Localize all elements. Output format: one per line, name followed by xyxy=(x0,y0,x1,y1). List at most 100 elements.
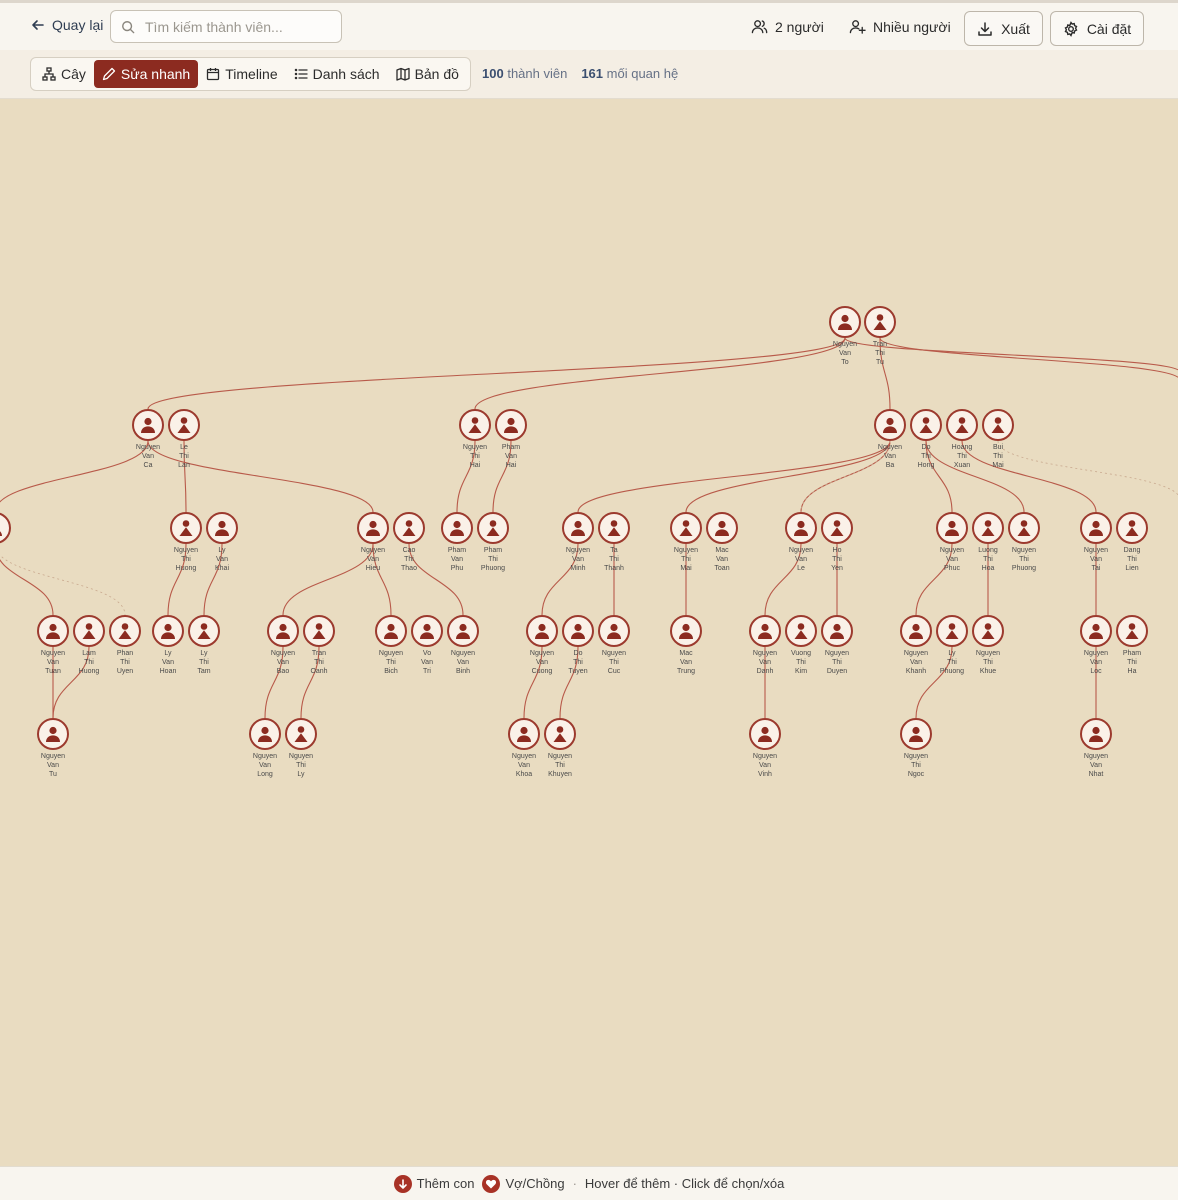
person-node-hong[interactable]: Do Thi Hong xyxy=(908,409,944,470)
person-node-bich[interactable]: Nguyen Thi Bich xyxy=(373,615,409,676)
person-node-phuong_p[interactable]: Pham Thi Phuong xyxy=(475,512,511,573)
person-name: Nguyen Thi Khue xyxy=(970,650,1006,676)
person-name-part: Lan xyxy=(178,461,190,469)
person-node-phuong_n[interactable]: Nguyen Thi Phuong xyxy=(1006,512,1042,573)
person-name-part: Thi xyxy=(875,349,885,357)
person-node-hoan[interactable]: Ly Van Hoan xyxy=(150,615,186,676)
person-node-mai_n[interactable]: Nguyen Thi Mai xyxy=(668,512,704,573)
person-node-hoa_l[interactable]: Luong Thi Hoa xyxy=(970,512,1006,573)
person-node-khanh[interactable]: Nguyen Van Khanh xyxy=(898,615,934,676)
person-node-trung[interactable]: Mac Van Trung xyxy=(668,615,704,676)
person-node-yen[interactable]: Ho Thi Yen xyxy=(819,512,855,573)
tab-quick-edit[interactable]: Sửa nhanh xyxy=(93,60,199,88)
person-name-part: Toan xyxy=(714,564,730,572)
person-node-xuan[interactable]: Hoang Thi Xuan xyxy=(944,409,980,470)
person-node-vinh[interactable]: Nguyen Van Vinh xyxy=(747,718,783,779)
person-node-danh[interactable]: Nguyen Van Danh xyxy=(747,615,783,676)
members-label: thành viên xyxy=(507,66,568,81)
male-avatar-icon xyxy=(706,512,738,544)
person-name-part: To xyxy=(841,358,849,366)
person-node-khoa[interactable]: Nguyen Van Khoa xyxy=(506,718,542,779)
person-name: Nguyen Van Ca xyxy=(130,444,166,470)
person-node-khai[interactable]: Ly Van Khai xyxy=(204,512,240,573)
person-node-ca[interactable]: Nguyen Van Ca xyxy=(130,409,166,470)
tab-tree[interactable]: Cây xyxy=(34,60,94,88)
person-name-part: Mac xyxy=(715,547,729,554)
person-name-part: Luong xyxy=(978,547,998,554)
relationship-line xyxy=(879,337,1178,379)
person-node-hieu[interactable]: Nguyen Van Hieu xyxy=(355,512,391,573)
person-node-khuyen[interactable]: Nguyen Thi Khuyen xyxy=(542,718,578,779)
person-node-cuc[interactable]: Nguyen Thi Cuc xyxy=(596,615,632,676)
person-node-binh[interactable]: Nguyen Van Binh xyxy=(445,615,481,676)
person-node-ba[interactable]: Nguyen Van Ba xyxy=(872,409,908,470)
separator: · xyxy=(572,1176,577,1191)
person-node-tuyen[interactable]: Do Thi Tuyen xyxy=(560,615,596,676)
tab-timeline[interactable]: Timeline xyxy=(198,60,285,88)
person-name: Nguyen Van Danh xyxy=(747,650,783,676)
person-node-tam[interactable]: Ly Thi Tam xyxy=(186,615,222,676)
person-node-toan[interactable]: Mac Van Toan xyxy=(704,512,740,573)
person-node-ly[interactable]: Nguyen Thi Ly xyxy=(283,718,319,779)
person-name-part: Phuong xyxy=(939,667,965,675)
male-avatar-icon xyxy=(0,512,11,544)
members-stat: 100 thành viên xyxy=(482,66,567,81)
person-node-loc[interactable]: Nguyen Van Loc xyxy=(1078,615,1114,676)
male-avatar-icon xyxy=(206,512,238,544)
male-avatar-icon xyxy=(526,615,558,647)
person-node-khue[interactable]: Nguyen Thi Khue xyxy=(970,615,1006,676)
person-node-ha[interactable]: Pham Thi Ha xyxy=(1114,615,1150,676)
person-node-tuan[interactable]: Nguyen Van Tuan xyxy=(35,615,71,676)
person-node-tai[interactable]: Nguyen Van Tai xyxy=(1078,512,1114,573)
tab-map[interactable]: Bản đồ xyxy=(388,60,467,88)
person-node-thanh[interactable]: Ta Thi Thanh xyxy=(596,512,632,573)
search-input[interactable] xyxy=(145,18,325,35)
person-node-duyen[interactable]: Nguyen Thi Duyen xyxy=(819,615,855,676)
person-node-phuong_ly[interactable]: Ly Thi Phuong xyxy=(934,615,970,676)
person-node-phu[interactable]: Pham Van Phu xyxy=(439,512,475,573)
person-node-thao[interactable]: Cao Thi Thao xyxy=(391,512,427,573)
person-name: Ta Thi Thanh xyxy=(596,547,632,573)
back-button[interactable]: Quay lại xyxy=(30,17,103,33)
person-node-lien[interactable]: Dang Thi Lien xyxy=(1114,512,1150,573)
person-node-long[interactable]: Nguyen Van Long xyxy=(247,718,283,779)
person-name-part: Vinh xyxy=(758,770,772,778)
person-node-hai_f[interactable]: Nguyen Thi Hai xyxy=(457,409,493,470)
person-node-le[interactable]: Nguyen Van Le xyxy=(783,512,819,573)
female-avatar-icon xyxy=(168,409,200,441)
person-node-ngoc[interactable]: Nguyen Thi Ngoc xyxy=(898,718,934,779)
person-node-hai_m[interactable]: Pham Van Hai xyxy=(493,409,529,470)
person-node-minh[interactable]: Nguyen Van Minh xyxy=(560,512,596,573)
person-node-phuc[interactable]: Nguyen Van Phuc xyxy=(934,512,970,573)
person-name-part: Thi xyxy=(84,658,94,666)
person-node-cuong[interactable]: Nguyen Van Cuong xyxy=(524,615,560,676)
person-name-part: Nguyen xyxy=(1083,547,1109,554)
person-node-tu_g5[interactable]: Nguyen Van Tu xyxy=(35,718,71,779)
person-node-uyen[interactable]: Phan Thi Uyen xyxy=(107,615,143,676)
person-name: Le Thi Lan xyxy=(166,444,202,470)
person-name: Nguyen Van Tuan xyxy=(35,650,71,676)
person-node-oanh[interactable]: Tran Thi Oanh xyxy=(301,615,337,676)
person-node-tri[interactable]: Vo Van Tri xyxy=(409,615,445,676)
person-node-nhat[interactable]: Nguyen Van Nhat xyxy=(1078,718,1114,779)
settings-button[interactable]: Cài đặt xyxy=(1050,11,1144,46)
person-name-part: Hong xyxy=(917,461,935,469)
tab-list[interactable]: Danh sách xyxy=(286,60,388,88)
export-button[interactable]: Xuất xyxy=(964,11,1043,46)
person-node-tu[interactable]: Tran Thi Tu xyxy=(862,306,898,367)
users-count-button[interactable]: 2 người xyxy=(751,18,824,35)
person-node-cut[interactable]: het xyxy=(0,512,13,565)
person-node-huong_l[interactable]: Lam Thi Huong xyxy=(71,615,107,676)
person-node-lan[interactable]: Le Thi Lan xyxy=(166,409,202,470)
male-avatar-icon xyxy=(441,512,473,544)
person-node-to[interactable]: Nguyen Van To xyxy=(827,306,863,367)
person-node-kim[interactable]: Vuong Thi Kim xyxy=(783,615,819,676)
person-node-huong[interactable]: Nguyen Thi Huong xyxy=(168,512,204,573)
person-node-bao[interactable]: Nguyen Van Bao xyxy=(265,615,301,676)
person-name: Ly Van Khai xyxy=(204,547,240,573)
family-tree-canvas[interactable]: Nguyen Van To Tran Thi Tu Nguyen Van Ca Le Thi Lan N… xyxy=(0,99,1178,1166)
person-node-mai_b[interactable]: Bui Thi Mai xyxy=(980,409,1016,470)
male-avatar-icon xyxy=(562,615,594,647)
relationship-line xyxy=(997,440,1178,496)
multi-person-button[interactable]: Nhiều người xyxy=(849,18,951,35)
